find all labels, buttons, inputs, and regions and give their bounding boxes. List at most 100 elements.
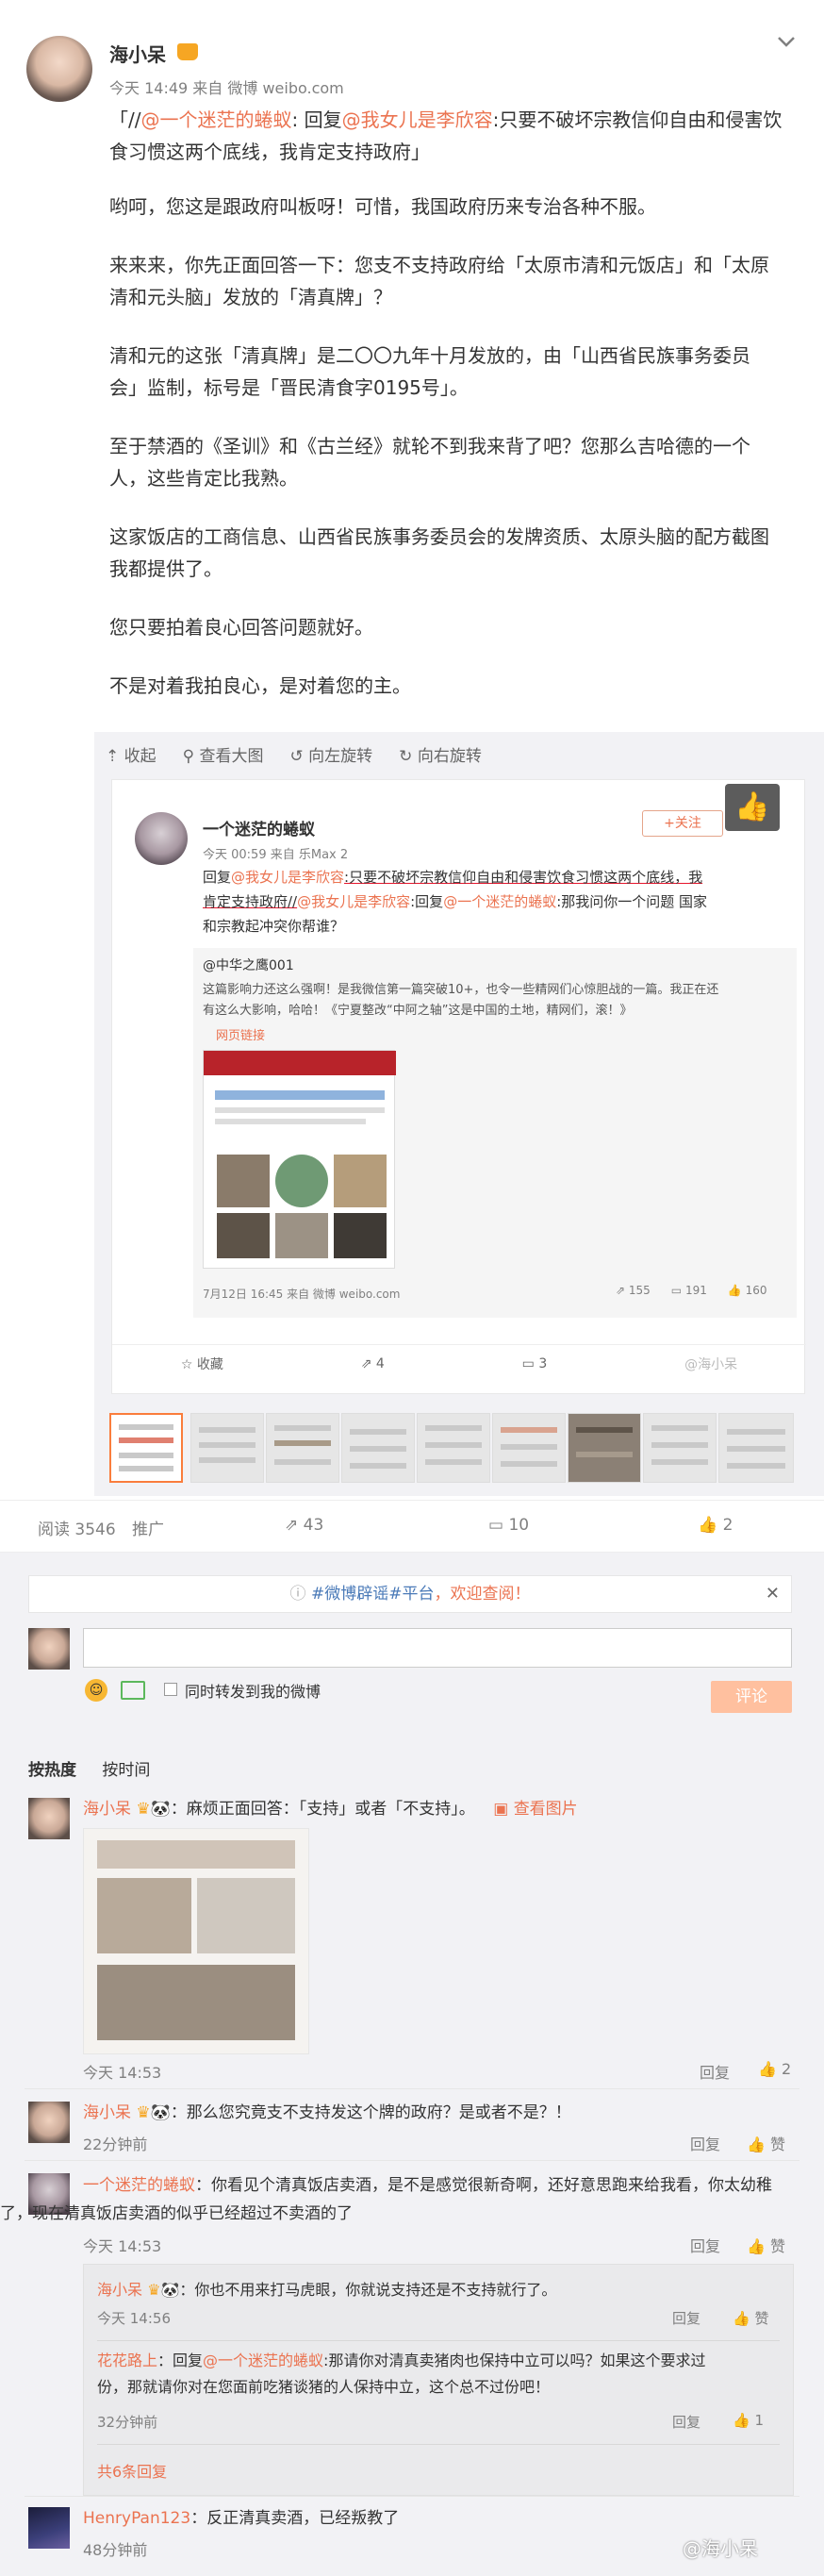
comment-author[interactable]: 一个迷茫的蜷蚁 <box>83 2176 195 2195</box>
thumbs-up-icon: 👍 <box>698 1516 723 1535</box>
divider <box>25 2496 799 2497</box>
subreply-author[interactable]: 花花路上 <box>97 2352 157 2369</box>
thumbnail[interactable] <box>341 1413 415 1483</box>
rotate-left-button[interactable]: ↺ 向左旋转 <box>290 742 373 766</box>
comment-item: HenryPan123：反正清真卖酒，已经叛教了 <box>83 2505 743 2532</box>
rotate-right-icon: ↻ <box>399 746 418 766</box>
thumbs-up-overlay-icon[interactable]: 👍 <box>725 784 780 831</box>
comment-like-button[interactable]: 👍 赞 <box>747 2132 785 2154</box>
comment-item: 一个迷茫的蜷蚁：你看见个清真饭店卖酒，是不是感觉很新奇啊，还好意思跑来给我看，你… <box>0 2171 799 2228</box>
reply-button[interactable]: 回复 <box>672 2308 700 2328</box>
inner-repost-value: 4 <box>375 1355 385 1371</box>
subreply-like-button[interactable]: 👍 赞 <box>733 2308 768 2328</box>
comment-avatar[interactable] <box>28 1798 70 1839</box>
inner-repost-user: @中华之鹰001 <box>203 958 294 973</box>
rotate-right-button[interactable]: ↻ 向右旋转 <box>399 742 482 766</box>
mention-link[interactable]: @一个迷茫的蜷蚁 <box>203 2352 323 2369</box>
comment-author[interactable]: 海小呆 <box>83 2103 131 2122</box>
image-icon[interactable] <box>121 1681 145 1700</box>
subreply-like-count: 1 <box>754 2412 764 2429</box>
article-photo <box>334 1213 387 1258</box>
more-replies-link[interactable]: 共6条回复 <box>97 2459 167 2482</box>
notice-tag[interactable]: #微博辟谣#平台 <box>311 1585 435 1604</box>
repost-button[interactable]: ⇗ 43 <box>285 1516 323 1535</box>
quoted-reply: 「//@一个迷茫的蜷蚁: 回复@我女儿是李欣容:只要不破坏宗教信仰自由和侵害饮 … <box>109 104 807 168</box>
inner-bottom-bar: ☆ 收藏 ⇗ 4 ▭ 3 @海小呆 <box>112 1344 806 1382</box>
comment-item: 海小呆 ♛🐼：麻烦正面回答：「支持」或者「不支持」。 ▣ 查看图片 <box>83 1796 799 1822</box>
thumbnail[interactable] <box>492 1413 566 1483</box>
comment-time: 22分钟前 <box>83 2136 148 2153</box>
view-large-label: 查看大图 <box>199 746 264 766</box>
promote-button[interactable]: 推广 <box>132 1516 164 1539</box>
comment-image-thumbnail[interactable] <box>83 1828 309 2054</box>
inner-repost-count-value: 155 <box>628 1284 651 1297</box>
reply-button[interactable]: 回复 <box>690 2132 720 2154</box>
subreply-like-button[interactable]: 👍 1 <box>733 2412 764 2429</box>
comment-like-button[interactable]: 👍 赞 <box>747 2234 785 2256</box>
inner-comment-value: 3 <box>538 1355 548 1371</box>
reply-button[interactable]: 回复 <box>672 2412 700 2432</box>
inner-reply-label: :回复 <box>410 893 444 910</box>
author-name[interactable]: 海小呆 <box>109 40 166 67</box>
quote-reply-label: : 回复 <box>291 108 342 131</box>
comment-text: ：反正清真卖酒，已经叛教了 <box>190 2509 400 2528</box>
view-image-link[interactable]: ▣ 查看图片 <box>493 1800 577 1819</box>
comment-icon: ▭ <box>488 1516 509 1535</box>
subreply-like-label: 赞 <box>754 2310 769 2327</box>
thumbnail[interactable] <box>190 1413 264 1483</box>
comment-count: 10 <box>508 1516 530 1535</box>
mention-link[interactable]: @一个迷茫的蜷蚁 <box>140 108 291 131</box>
embedded-screenshot[interactable]: 👍 一个迷茫的蜷蚁 +关注 今天 00:59 来自 乐Max 2 回复@我女儿是… <box>111 779 806 1394</box>
badge-icon: ♛🐼 <box>142 2281 180 2299</box>
inner-article-image <box>203 1050 396 1269</box>
comment-text: 了，现在清真饭店卖酒的似乎已经超过不卖酒的了 <box>0 2204 353 2223</box>
inner-author-avatar <box>135 812 188 865</box>
thumbs-up-icon: 👍 <box>758 2060 783 2078</box>
comment-time: 今天 14:53 <box>83 2064 162 2082</box>
paragraph-line: 我都提供了。 <box>109 557 222 580</box>
view-large-button[interactable]: ⚲ 查看大图 <box>183 742 264 766</box>
paragraph-line: 清和元头脑」发放的「清真牌」？ <box>109 286 392 308</box>
emoji-icon[interactable]: ☺ <box>85 1679 107 1702</box>
reply-button[interactable]: 回复 <box>690 2234 720 2256</box>
paragraph-line: 来来来，你先正面回答一下：您支不支持政府给「太原市清和元饭店」和「太原 <box>109 254 769 276</box>
article-photo <box>334 1155 387 1207</box>
comment-avatar[interactable] <box>28 2102 70 2143</box>
thumbnail[interactable] <box>568 1413 641 1483</box>
sort-by-hot-tab[interactable]: 按热度 <box>28 1761 76 1780</box>
collapse-button[interactable]: ⇡ 收起 <box>106 742 157 766</box>
quote-text: :只要不破坏宗教信仰自由和侵害饮 <box>492 108 783 131</box>
thumbnail[interactable] <box>417 1413 490 1483</box>
mention-link[interactable]: @我女儿是李欣容 <box>342 108 493 131</box>
like-button[interactable]: 👍 2 <box>698 1516 733 1535</box>
comment-author[interactable]: HenryPan123 <box>83 2509 190 2528</box>
thumbnail[interactable] <box>643 1413 717 1483</box>
inner-repost-box: @中华之鹰001 这篇影响力还这么强啊！是我微信第一篇突破10+，也令一些精网们… <box>193 948 797 1318</box>
subreply-author[interactable]: 海小呆 <box>97 2281 142 2299</box>
reply-button[interactable]: 回复 <box>700 2060 730 2083</box>
comment-input[interactable] <box>83 1628 792 1668</box>
comment-author[interactable]: 海小呆 <box>83 1800 131 1819</box>
repost-checkbox[interactable] <box>164 1683 177 1696</box>
comment-like-button[interactable]: 👍 2 <box>758 2060 791 2078</box>
sort-by-time-tab[interactable]: 按时间 <box>102 1761 150 1780</box>
comment-like-label: 赞 <box>770 2136 786 2153</box>
author-avatar[interactable] <box>26 36 92 102</box>
comment-button[interactable]: ▭ 10 <box>488 1516 529 1535</box>
paragraph-line: 至于禁酒的《圣训》和《古兰经》就轮不到我来背了吧？您那么吉哈德的一个 <box>109 435 750 457</box>
weibo-post-card: 海小呆 今天 14:49 来自 微博 weibo.com 「//@一个迷茫的蜷蚁… <box>0 0 824 2576</box>
thumbnail[interactable] <box>109 1413 183 1483</box>
inner-repost: ⇗ 4 <box>360 1355 385 1371</box>
paragraph: 至于禁酒的《圣训》和《古兰经》就轮不到我来背了吧？您那么吉哈德的一个 人，这些肯… <box>109 430 807 494</box>
paragraph: 清和元的这张「清真牌」是二〇〇九年十月发放的，由「山西省民族事务委员 会」监制，… <box>109 340 807 404</box>
thumbs-up-icon: 👍 <box>747 2237 771 2255</box>
thumbnail[interactable] <box>266 1413 339 1483</box>
comment-submit-button[interactable]: 评论 <box>711 1681 792 1713</box>
chevron-down-icon[interactable] <box>775 32 798 51</box>
weibo-watermark: @海小呆 <box>683 2537 758 2560</box>
close-icon[interactable]: ✕ <box>766 1576 780 1612</box>
subreply-time: 今天 14:56 <box>97 2310 171 2327</box>
notice-bar: ⓘ #微博辟谣#平台，欢迎查阅！ ✕ <box>28 1575 792 1613</box>
comment-avatar[interactable] <box>28 2507 70 2549</box>
thumbnail[interactable] <box>718 1413 794 1483</box>
